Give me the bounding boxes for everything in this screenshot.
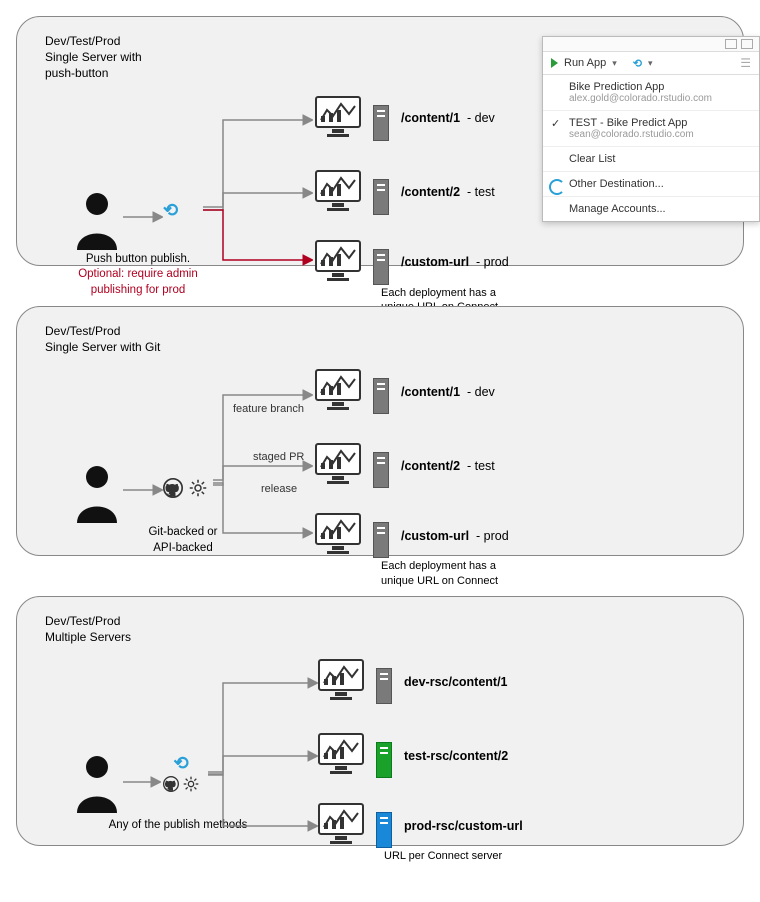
popup-item-manage-accounts[interactable]: Manage Accounts... [543,197,759,221]
arrow-user-to-tool [123,775,161,789]
panel-title: Dev/Test/Prod Single Server with Git [45,323,727,355]
dashboard-icon [315,96,361,141]
deployment-label: prod-rsc/custom-url [404,819,523,833]
deployment-prod: /custom-url - prod Each deployment has a… [315,513,509,558]
edge-label-staged: staged PR [253,451,304,463]
dashboard-icon [315,240,361,285]
user-icon [73,753,121,813]
deployment-dev: /content/1 - dev [315,369,495,414]
server-icon [373,249,389,285]
deployment-note: URL per Connect server [384,849,534,863]
deployment-dev: dev-rsc/content/1 [318,659,508,704]
dashboard-icon [315,443,361,488]
deployment-test: /content/2 - test [315,170,495,215]
publish-tool-icons: ⟲ [163,200,178,221]
deployment-label: dev-rsc/content/1 [404,675,508,689]
popup-item-title: Manage Accounts... [569,203,749,215]
connect-swirl-icon: ⟲ [173,753,188,774]
connect-swirl-icon: ⟲ [163,200,178,221]
arrow-split-prod [208,771,318,841]
run-icon[interactable] [551,58,558,68]
deployment-prod: /custom-url - prod Each deployment has a… [315,240,509,285]
deployment-label: /content/1 - dev [401,385,495,399]
deployment-test: /content/2 - test [315,443,495,488]
options-icon[interactable]: ☰ [740,56,751,70]
server-icon [373,105,389,141]
server-icon [376,668,392,704]
dashboard-icon [315,369,361,414]
user-icon [73,190,121,250]
deployment-label: /custom-url - prod [401,529,509,543]
run-app-dropdown-icon[interactable]: ▾ [612,58,617,69]
publish-dropdown-icon[interactable]: ▾ [648,58,653,69]
caption-optional: Optional: require admin publishing for p… [78,268,198,296]
deployment-label: /content/2 - test [401,185,495,199]
dashboard-icon [318,733,364,778]
popup-item-bike-prediction[interactable]: Bike Prediction App alex.gold@colorado.r… [543,75,759,111]
panel-title: Dev/Test/Prod Multiple Servers [45,613,727,645]
arrow-user-to-tool [123,210,163,224]
popup-toolbar: Run App ▾ ⟲ ▾ ☰ [543,52,759,75]
server-icon [373,179,389,215]
deployment-note: Each deployment has a unique URL on Conn… [381,559,531,588]
diagram-row: Git-backed or API-backed feature branch … [33,363,727,573]
popup-item-title: Bike Prediction App [569,81,749,93]
deployment-label: /content/1 - dev [401,111,495,125]
github-icon [163,776,179,795]
deployment-label: /content/2 - test [401,459,495,473]
dashboard-icon [315,170,361,215]
github-icon [163,478,183,501]
server-icon [373,522,389,558]
popup-item-subtitle: sean@colorado.rstudio.com [569,129,749,140]
deployment-label: test-rsc/content/2 [404,749,508,763]
popup-item-title: TEST - Bike Predict App [569,117,749,129]
caption-main: Push button publish. [86,253,190,265]
popup-item-subtitle: alex.gold@colorado.rstudio.com [569,93,749,104]
publish-destination-popup: Run App ▾ ⟲ ▾ ☰ Bike Prediction App alex… [542,36,760,222]
edge-label-feature: feature branch [233,403,304,415]
panel-multiple-servers: Dev/Test/Prod Multiple Servers ⟲ Any of … [16,596,744,846]
popup-window-chrome [543,37,759,52]
publish-tool-icons [163,478,207,501]
dashboard-icon [318,803,364,848]
diagram-row: ⟲ Any of the publish methods [33,653,727,863]
popup-item-title: Other Destination... [569,178,749,190]
deployment-prod: prod-rsc/custom-url URL per Connect serv… [318,803,523,848]
gear-icon [189,479,207,500]
arrow-split-prod [203,205,313,275]
user-icon [73,463,121,523]
deployment-label: /custom-url - prod [401,255,509,269]
dashboard-icon [318,659,364,704]
popup-item-title: Clear List [569,153,749,165]
user-caption: Push button publish. Optional: require a… [53,252,223,299]
gear-icon [183,776,199,795]
publish-tool-icons: ⟲ [163,753,199,795]
popup-item-other-destination[interactable]: Other Destination... [543,172,759,197]
deployment-dev: /content/1 - dev [315,96,495,141]
window-control-icons[interactable] [725,39,753,49]
run-app-button[interactable]: Run App [564,57,606,69]
deployment-test: test-rsc/content/2 [318,733,508,778]
panel-git: Dev/Test/Prod Single Server with Git Git… [16,306,744,556]
server-icon [376,812,392,848]
arrow-user-to-tool [123,483,163,497]
publish-swirl-icon[interactable]: ⟲ [633,57,642,70]
popup-item-clear-list[interactable]: Clear List [543,147,759,172]
server-icon [373,378,389,414]
popup-item-test-bike-predict[interactable]: TEST - Bike Predict App sean@colorado.rs… [543,111,759,147]
server-icon [376,742,392,778]
dashboard-icon [315,513,361,558]
edge-label-release: release [261,483,297,495]
server-icon [373,452,389,488]
